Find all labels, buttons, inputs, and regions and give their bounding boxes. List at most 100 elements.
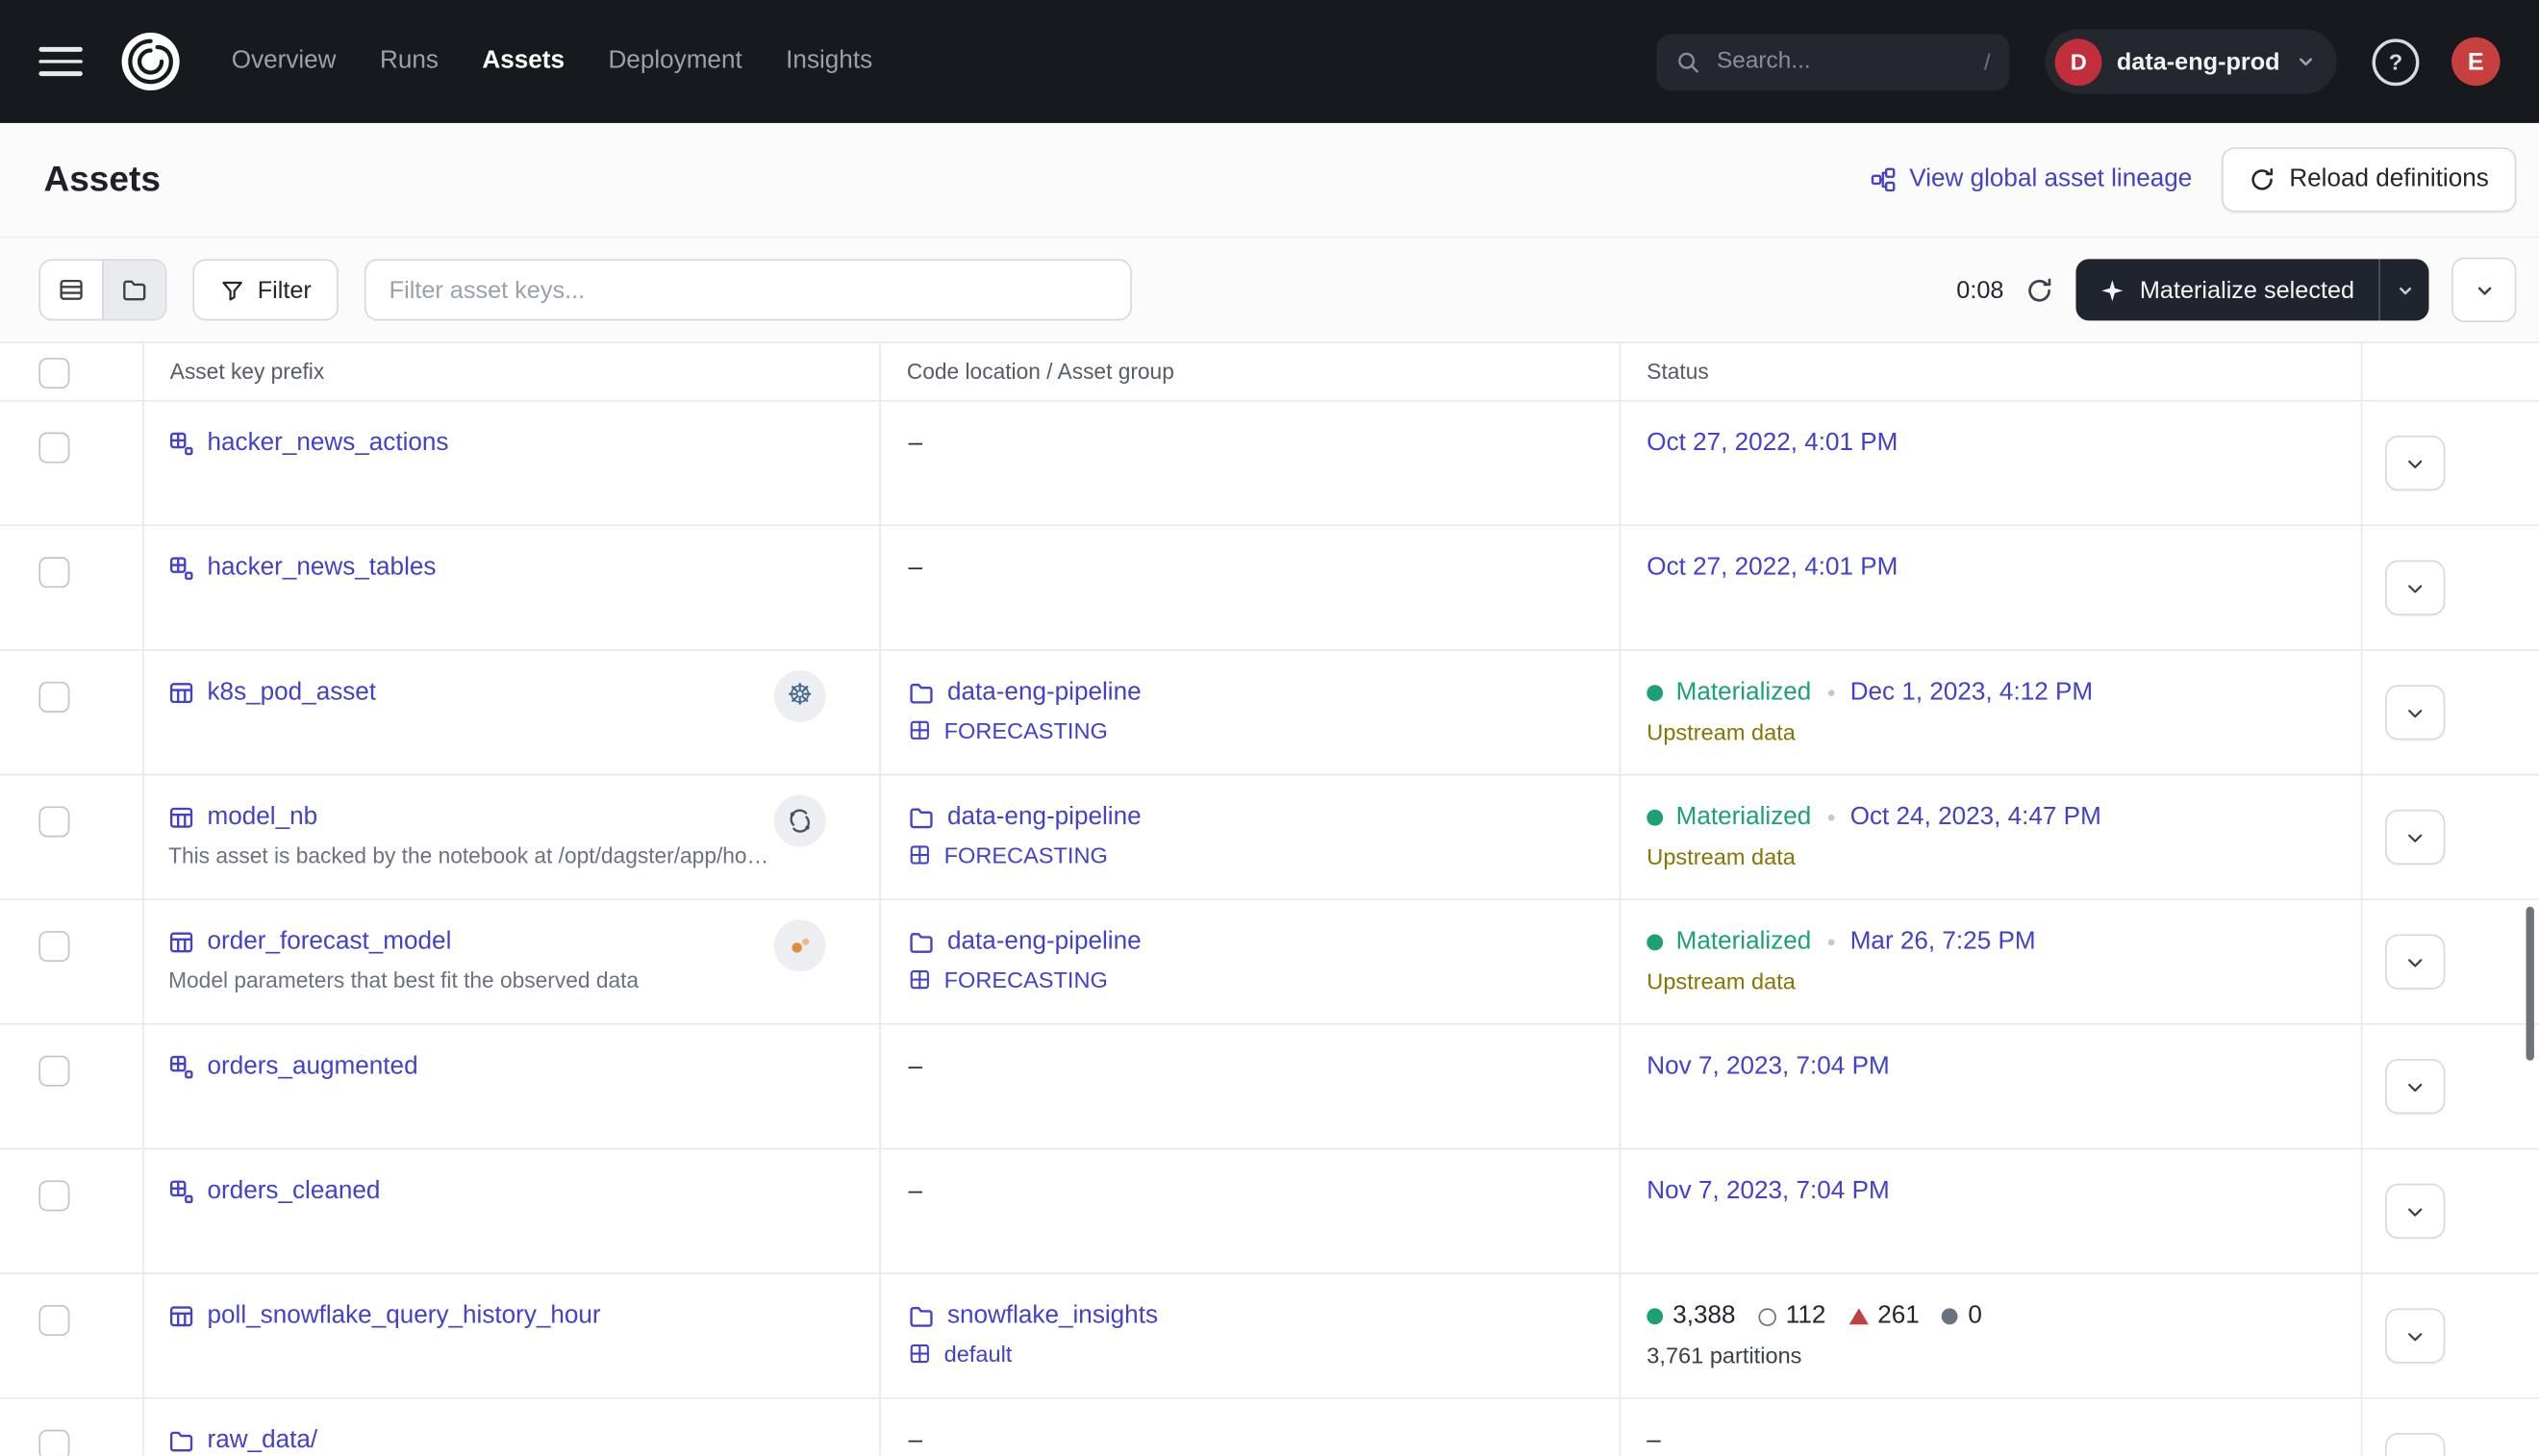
nav-item-overview[interactable]: Overview <box>232 47 337 76</box>
view-global-asset-lineage-link[interactable]: View global asset lineage <box>1871 165 2192 194</box>
nav-item-assets[interactable]: Assets <box>482 47 565 76</box>
asset-name-link[interactable]: k8s_pod_asset <box>208 678 377 707</box>
row-checkbox[interactable] <box>38 557 69 588</box>
partition-count-missing[interactable]: 112 <box>1758 1302 1825 1331</box>
row-checkbox[interactable] <box>38 1056 69 1087</box>
asset-group-icon <box>909 968 932 992</box>
lineage-icon <box>1871 166 1897 192</box>
asset-name-link[interactable]: orders_cleaned <box>208 1177 381 1206</box>
separator-dot-icon <box>1827 815 1834 821</box>
row-checkbox[interactable] <box>38 1430 69 1456</box>
folder-outline-icon <box>909 929 935 955</box>
materialization-date-link[interactable]: Mar 26, 7:25 PM <box>1850 928 2036 957</box>
row-checkbox[interactable] <box>38 682 69 713</box>
asset-group-link[interactable]: FORECASTING <box>944 966 1108 992</box>
materialization-date-link[interactable]: Nov 7, 2023, 7:04 PM <box>1647 1052 1889 1080</box>
row-checkbox[interactable] <box>38 806 69 837</box>
asset-table: Asset key prefix Code location / Asset g… <box>0 341 2539 1455</box>
code-location-link[interactable]: data-eng-pipeline <box>947 803 1142 832</box>
refresh-icon[interactable] <box>2026 276 2054 304</box>
asset-name-link[interactable]: model_nb <box>208 803 318 832</box>
kubernetes-badge: ☸ <box>774 670 826 722</box>
column-header-asset-key: Asset key prefix <box>144 360 324 384</box>
code-location-link[interactable]: data-eng-pipeline <box>947 678 1142 707</box>
menu-icon[interactable] <box>38 47 82 76</box>
refresh-timer: 0:08 <box>1956 276 2003 304</box>
row-checkbox[interactable] <box>38 931 69 962</box>
materialization-date-link[interactable]: Oct 24, 2023, 4:47 PM <box>1850 803 2101 832</box>
search-input[interactable] <box>1714 47 1972 76</box>
empty-value: – <box>909 1426 923 1454</box>
asset-group-link[interactable]: default <box>944 1341 1013 1367</box>
table-row: orders_augmented – Nov 7, 2023, 7:04 PM <box>0 1025 2539 1150</box>
partition-count-success[interactable]: 3,388 <box>1647 1302 1735 1331</box>
filter-asset-keys-input[interactable] <box>365 259 1132 320</box>
folder-outline-icon <box>909 805 935 831</box>
row-expand-button[interactable] <box>2385 810 2445 865</box>
row-checkbox[interactable] <box>38 1305 69 1336</box>
kubernetes-icon: ☸ <box>787 682 813 711</box>
asset-group-link[interactable]: FORECASTING <box>944 842 1108 868</box>
partitions-total-label: 3,761 partitions <box>1647 1343 2345 1368</box>
asset-name-link[interactable]: orders_augmented <box>208 1052 418 1081</box>
row-expand-button[interactable] <box>2385 1433 2445 1456</box>
nav-item-runs[interactable]: Runs <box>380 47 439 76</box>
notebook-badge <box>774 795 826 847</box>
folder-outline-icon <box>909 680 935 706</box>
directory-view-toggle[interactable] <box>102 261 165 319</box>
materialize-selected-button[interactable]: Materialize selected <box>2076 259 2378 320</box>
table-row: model_nb This asset is backed by the not… <box>0 775 2539 900</box>
row-expand-button[interactable] <box>2385 1059 2445 1114</box>
asset-group-link[interactable]: FORECASTING <box>944 717 1108 743</box>
filter-button[interactable]: Filter <box>192 259 339 320</box>
empty-value: – <box>909 1177 923 1205</box>
row-expand-button[interactable] <box>2385 1184 2445 1239</box>
asset-name-link[interactable]: hacker_news_tables <box>208 554 437 583</box>
materialize-options-caret[interactable] <box>2378 259 2428 320</box>
more-actions-button[interactable] <box>2451 258 2516 322</box>
code-location-link[interactable]: snowflake_insights <box>947 1302 1158 1331</box>
asset-name-link[interactable]: raw_data/ <box>208 1426 318 1455</box>
flat-view-toggle[interactable] <box>40 261 102 319</box>
asset-description: This asset is backed by the notebook at … <box>168 843 879 867</box>
partition-count-value: 3,388 <box>1672 1302 1735 1331</box>
asset-group-icon <box>909 1343 932 1366</box>
column-header-code-location: Code location / Asset group <box>881 360 1174 384</box>
row-expand-button[interactable] <box>2385 436 2445 490</box>
dagster-logo-icon[interactable] <box>115 26 187 97</box>
materialization-date-link[interactable]: Oct 27, 2022, 4:01 PM <box>1647 554 1898 582</box>
global-search[interactable]: / <box>1657 34 2010 90</box>
plotly-badge <box>774 919 826 971</box>
table-row: orders_cleaned – Nov 7, 2023, 7:04 PM <box>0 1149 2539 1274</box>
materialization-date-link[interactable]: Oct 27, 2022, 4:01 PM <box>1647 429 1898 457</box>
deployment-switcher[interactable]: D data-eng-prod <box>2046 29 2337 93</box>
nav-item-deployment[interactable]: Deployment <box>608 47 742 76</box>
asset-name-link[interactable]: hacker_news_actions <box>208 429 449 458</box>
row-checkbox[interactable] <box>38 1180 69 1211</box>
chevron-down-icon <box>2295 50 2318 73</box>
asset-name-link[interactable]: order_forecast_model <box>208 928 452 957</box>
table-icon <box>168 680 194 706</box>
table-icon <box>168 1303 194 1329</box>
row-checkbox[interactable] <box>38 433 69 464</box>
partition-count-value: 112 <box>1786 1302 1826 1331</box>
search-icon <box>1676 49 1700 73</box>
help-icon[interactable]: ? <box>2373 38 2420 86</box>
materialization-date-link[interactable]: Dec 1, 2023, 4:12 PM <box>1850 678 2093 707</box>
row-expand-button[interactable] <box>2385 685 2445 740</box>
partition-count-other[interactable]: 0 <box>1942 1302 1981 1331</box>
deployment-badge: D <box>2055 38 2102 86</box>
partition-count-failed[interactable]: 261 <box>1848 1302 1920 1331</box>
asset-name-link[interactable]: poll_snowflake_query_history_hour <box>208 1302 601 1331</box>
row-expand-button[interactable] <box>2385 561 2445 615</box>
select-all-checkbox[interactable] <box>38 358 69 389</box>
row-expand-button[interactable] <box>2385 1308 2445 1363</box>
code-location-link[interactable]: data-eng-pipeline <box>947 928 1142 957</box>
user-avatar[interactable]: E <box>2451 38 2501 87</box>
scrollbar-thumb[interactable] <box>2526 907 2534 1061</box>
deployment-name: data-eng-prod <box>2117 48 2280 76</box>
row-expand-button[interactable] <box>2385 934 2445 989</box>
nav-item-insights[interactable]: Insights <box>786 47 872 76</box>
reload-definitions-button[interactable]: Reload definitions <box>2222 147 2517 212</box>
materialization-date-link[interactable]: Nov 7, 2023, 7:04 PM <box>1647 1177 1889 1205</box>
